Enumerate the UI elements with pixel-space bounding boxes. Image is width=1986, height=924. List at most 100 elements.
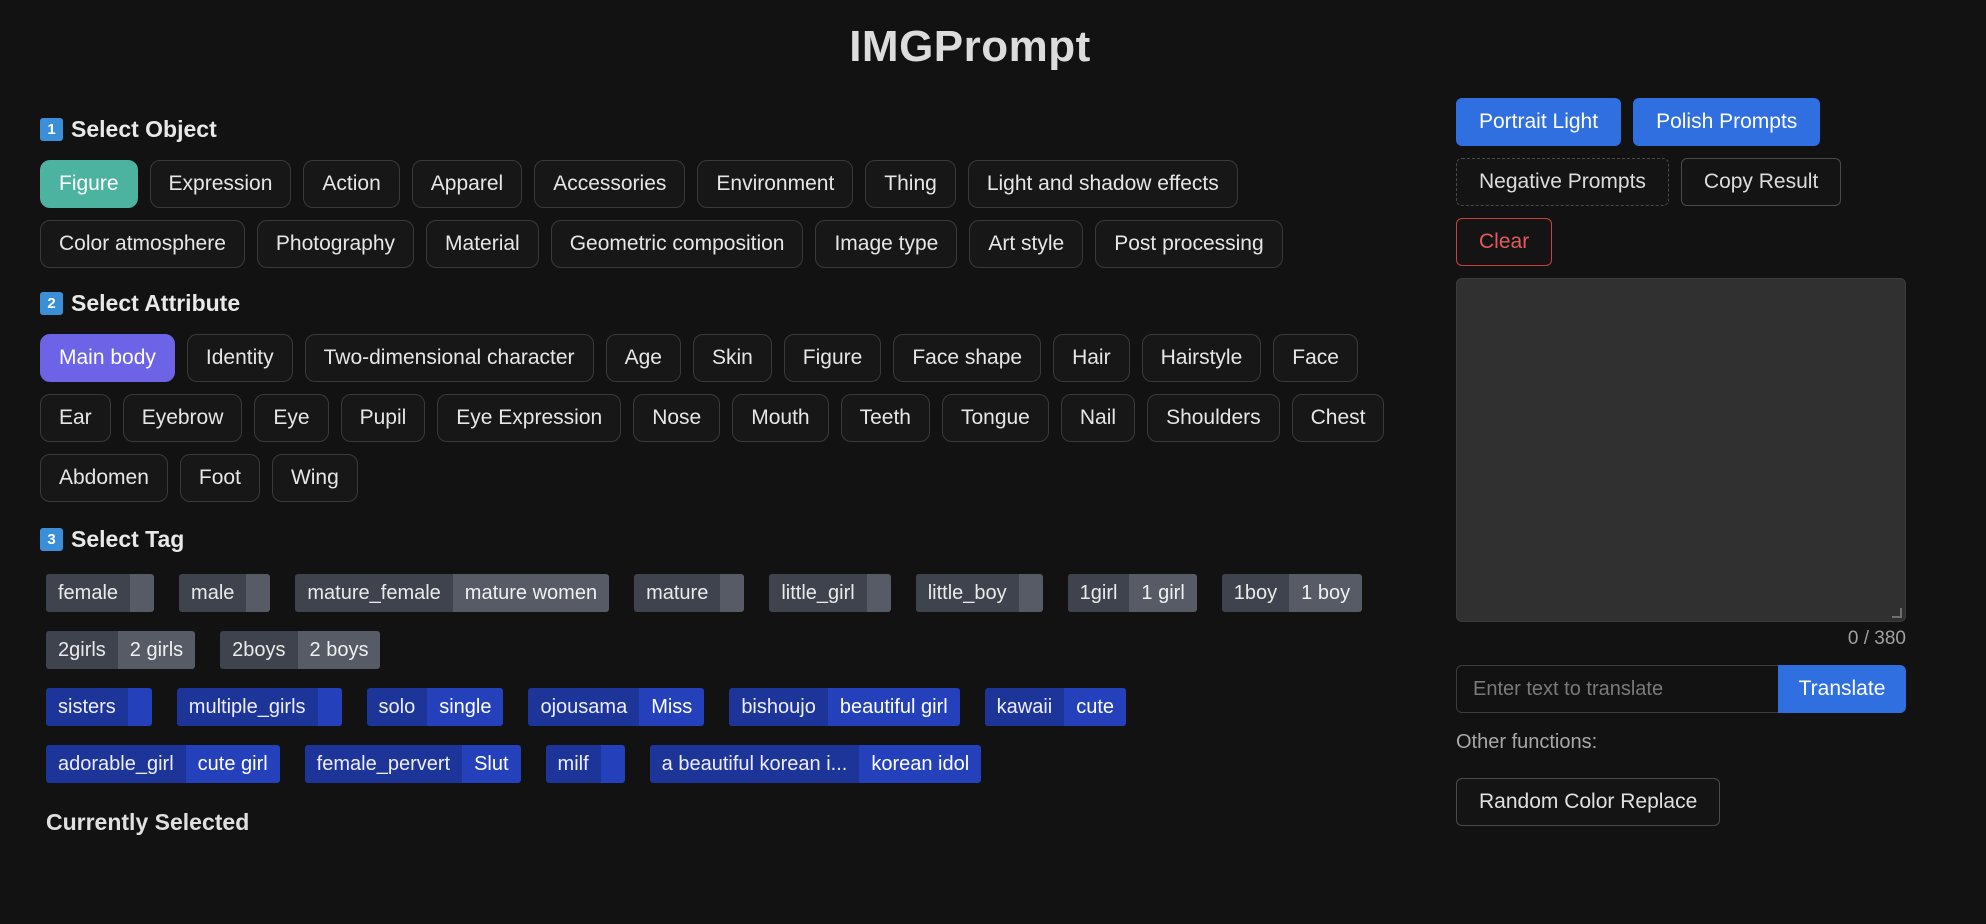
object-art-style-button[interactable]: Art style (969, 220, 1084, 268)
attribute-figure-button[interactable]: Figure (783, 334, 882, 382)
attribute-shoulders-button[interactable]: Shoulders (1147, 394, 1280, 442)
tag-row: adorable_girl cute girl female_pervert Slu… (40, 745, 1420, 783)
result-textarea[interactable] (1456, 278, 1906, 622)
attribute-face-button[interactable]: Face (1273, 334, 1358, 382)
attribute-foot-button[interactable]: Foot (179, 454, 260, 502)
object-post-processing-button[interactable]: Post processing (1095, 220, 1283, 268)
tag-en-label: 2girls (46, 631, 118, 669)
tag-translation-label: cute (1064, 688, 1127, 726)
attribute-age-button[interactable]: Age (605, 334, 681, 382)
attribute-abdomen-button[interactable]: Abdomen (40, 454, 168, 502)
step-3-badge: 3 (40, 527, 63, 551)
object-environment-button[interactable]: Environment (697, 160, 854, 208)
object-color-atmosphere-button[interactable]: Color atmosphere (40, 220, 245, 268)
object-figure-button[interactable]: Figure (40, 160, 138, 208)
tag-little-boy[interactable]: little_boy (915, 574, 1043, 612)
attribute-nail-button[interactable]: Nail (1060, 394, 1136, 442)
section-select-object: 1 Select Object (40, 112, 1420, 146)
resize-handle-icon[interactable] (1892, 608, 1902, 618)
object-button-group: Figure Expression Action Apparel Accesso… (40, 160, 1420, 268)
tag-en-label: little_girl (769, 574, 867, 612)
tag-translation-label (600, 745, 625, 783)
attribute-skin-button[interactable]: Skin (692, 334, 772, 382)
right-panel: Portrait Light Polish Prompts Negative P… (1456, 98, 1906, 826)
object-expression-button[interactable]: Expression (149, 160, 292, 208)
tag-translation-label: Slut (462, 745, 521, 783)
section-select-attribute: 2 Select Attribute (40, 286, 1420, 320)
tag-2girls[interactable]: 2girls 2 girls (46, 631, 196, 669)
translate-button[interactable]: Translate (1778, 665, 1906, 713)
section-title-tag: Select Tag (71, 525, 185, 552)
tag-translation-label: 1 girl (1129, 574, 1197, 612)
tag-female-pervert[interactable]: female_pervert Slut (304, 745, 521, 783)
tag-translation-label: 2 boys (297, 631, 381, 669)
object-image-type-button[interactable]: Image type (815, 220, 958, 268)
tag-ojousama[interactable]: ojousama Miss (528, 688, 705, 726)
tag-translation-label (1018, 574, 1043, 612)
clear-row: Clear (1456, 218, 1906, 266)
tag-1boy[interactable]: 1boy 1 boy (1221, 574, 1363, 612)
tag-kawaii[interactable]: kawaii cute (984, 688, 1127, 726)
object-material-button[interactable]: Material (426, 220, 539, 268)
tag-korean-idol[interactable]: a beautiful korean i... korean idol (649, 745, 982, 783)
attribute-tongue-button[interactable]: Tongue (941, 394, 1049, 442)
tag-mature[interactable]: mature (634, 574, 745, 612)
object-light-shadow-button[interactable]: Light and shadow effects (967, 160, 1238, 208)
portrait-light-button[interactable]: Portrait Light (1456, 98, 1622, 146)
tag-male[interactable]: male (179, 574, 271, 612)
object-accessories-button[interactable]: Accessories (534, 160, 686, 208)
attribute-wing-button[interactable]: Wing (271, 454, 358, 502)
attribute-eye-button[interactable]: Eye (254, 394, 329, 442)
copy-result-button[interactable]: Copy Result (1680, 158, 1842, 206)
attribute-ear-button[interactable]: Ear (40, 394, 111, 442)
app-title: IMGPrompt (849, 22, 1091, 71)
tag-milf[interactable]: milf (545, 745, 625, 783)
negative-prompts-button[interactable]: Negative Prompts (1456, 158, 1669, 206)
random-color-replace-button[interactable]: Random Color Replace (1456, 778, 1721, 826)
attribute-face-shape-button[interactable]: Face shape (893, 334, 1042, 382)
section-title-attribute: Select Attribute (71, 289, 241, 316)
character-counter: 0 / 380 (1847, 628, 1906, 649)
other-functions-label: Other functions: (1456, 731, 1598, 753)
attribute-hairstyle-button[interactable]: Hairstyle (1141, 334, 1262, 382)
result-actions-row: Negative Prompts Copy Result (1456, 158, 1906, 206)
attribute-nose-button[interactable]: Nose (633, 394, 721, 442)
attribute-eye-expression-button[interactable]: Eye Expression (437, 394, 622, 442)
attribute-mouth-button[interactable]: Mouth (732, 394, 829, 442)
tag-bishoujo[interactable]: bishoujo beautiful girl (729, 688, 960, 726)
tag-sisters[interactable]: sisters (46, 688, 152, 726)
tag-translation-label (127, 688, 152, 726)
tag-en-label: 2boys (220, 631, 298, 669)
object-geometric-composition-button[interactable]: Geometric composition (550, 220, 804, 268)
object-photography-button[interactable]: Photography (256, 220, 415, 268)
object-action-button[interactable]: Action (303, 160, 400, 208)
tag-en-label: ojousama (528, 688, 640, 726)
tag-2boys[interactable]: 2boys 2 boys (220, 631, 381, 669)
attribute-chest-button[interactable]: Chest (1291, 394, 1385, 442)
tag-little-girl[interactable]: little_girl (769, 574, 891, 612)
prompt-actions-row: Portrait Light Polish Prompts (1456, 98, 1906, 146)
attribute-eyebrow-button[interactable]: Eyebrow (122, 394, 243, 442)
section-title-object: Select Object (71, 115, 217, 142)
tag-mature-female[interactable]: mature_female mature women (295, 574, 610, 612)
object-apparel-button[interactable]: Apparel (411, 160, 523, 208)
attribute-identity-button[interactable]: Identity (186, 334, 293, 382)
translate-input[interactable] (1456, 665, 1778, 713)
attribute-two-dimensional-button[interactable]: Two-dimensional character (304, 334, 594, 382)
tag-1girl[interactable]: 1girl 1 girl (1067, 574, 1197, 612)
polish-prompts-button[interactable]: Polish Prompts (1633, 98, 1821, 146)
attribute-hair-button[interactable]: Hair (1053, 334, 1130, 382)
clear-button[interactable]: Clear (1456, 218, 1553, 266)
attribute-pupil-button[interactable]: Pupil (340, 394, 426, 442)
tag-solo[interactable]: solo single (366, 688, 504, 726)
tag-en-label: milf (545, 745, 601, 783)
tag-multiple-girls[interactable]: multiple_girls (176, 688, 342, 726)
tag-adorable-girl[interactable]: adorable_girl cute girl (46, 745, 280, 783)
object-thing-button[interactable]: Thing (865, 160, 956, 208)
tag-female[interactable]: female (46, 574, 155, 612)
attribute-main-body-button[interactable]: Main body (40, 334, 175, 382)
tag-translation-label: korean idol (859, 745, 982, 783)
tag-en-label: 1girl (1067, 574, 1130, 612)
attribute-teeth-button[interactable]: Teeth (840, 394, 930, 442)
tag-translation-label (246, 574, 271, 612)
